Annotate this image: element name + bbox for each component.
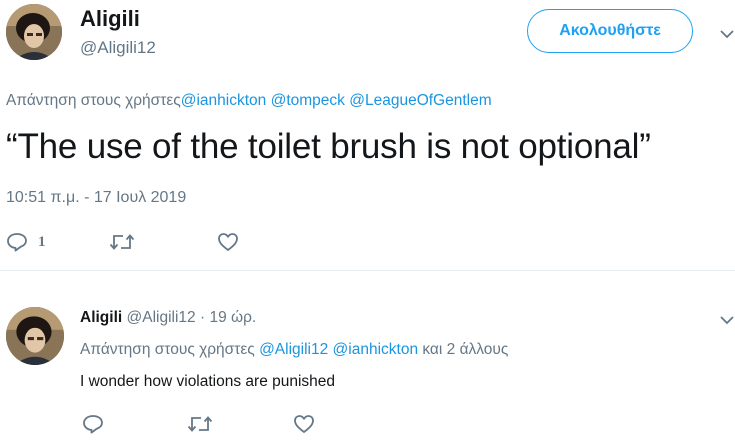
- mention-link[interactable]: @ianhickton: [181, 92, 267, 109]
- like-button[interactable]: [293, 414, 315, 434]
- reply-header: Aligili @Aligili12 · 19 ώρ.: [80, 309, 256, 327]
- tweet-thread: Aligili @Aligili12 Ακολουθήστε Απάντηση …: [0, 0, 735, 446]
- like-button[interactable]: [217, 232, 239, 252]
- retweet-button[interactable]: [187, 415, 213, 433]
- heart-icon: [218, 233, 238, 251]
- tweet-timestamp[interactable]: 10:51 π.μ. - 17 Ιουλ 2019: [6, 189, 186, 207]
- replying-to-label: Απάντηση στους χρήστες: [6, 92, 181, 109]
- reply-replying-to: Απάντηση στους χρήστες @Aligili12 @ianhi…: [80, 341, 508, 359]
- mention-link[interactable]: @Aligili12: [259, 341, 328, 358]
- retweet-icon: [187, 416, 213, 432]
- replying-to: Απάντηση στους χρήστες@ianhickton @tompe…: [6, 92, 492, 110]
- follow-button[interactable]: Ακολουθήστε: [527, 9, 693, 53]
- reply-button[interactable]: [82, 414, 104, 434]
- avatar-image: [6, 4, 62, 60]
- reply-count: 1: [38, 233, 46, 250]
- reply-button[interactable]: 1: [6, 232, 46, 252]
- others-link[interactable]: και 2 άλλους: [422, 341, 508, 358]
- heart-icon: [294, 415, 314, 433]
- retweet-icon: [109, 234, 135, 250]
- chevron-down-icon[interactable]: [719, 26, 735, 42]
- divider: [0, 270, 735, 271]
- avatar[interactable]: [6, 4, 62, 60]
- reply-icon: [7, 233, 27, 252]
- retweet-button[interactable]: [109, 233, 135, 251]
- chevron-down-icon[interactable]: [719, 312, 735, 328]
- reply-author-meta[interactable]: @Aligili12 · 19 ώρ.: [127, 309, 257, 326]
- mention-link[interactable]: @ianhickton: [333, 341, 419, 358]
- mention-link[interactable]: @LeagueOfGentlem: [349, 92, 491, 109]
- replying-to-label: Απάντηση στους χρήστες: [80, 341, 255, 358]
- reply-author-name[interactable]: Aligili: [80, 309, 122, 326]
- avatar-image: [6, 307, 64, 365]
- tweet-text: “The use of the toilet brush is not opti…: [6, 127, 651, 166]
- mention-link[interactable]: @tompeck: [271, 92, 345, 109]
- reply-avatar[interactable]: [6, 307, 64, 365]
- reply-tweet-text: I wonder how violations are punished: [80, 373, 336, 390]
- reply-icon: [83, 415, 103, 434]
- author-name[interactable]: Aligili: [80, 6, 140, 32]
- author-handle[interactable]: @Aligili12: [80, 38, 156, 58]
